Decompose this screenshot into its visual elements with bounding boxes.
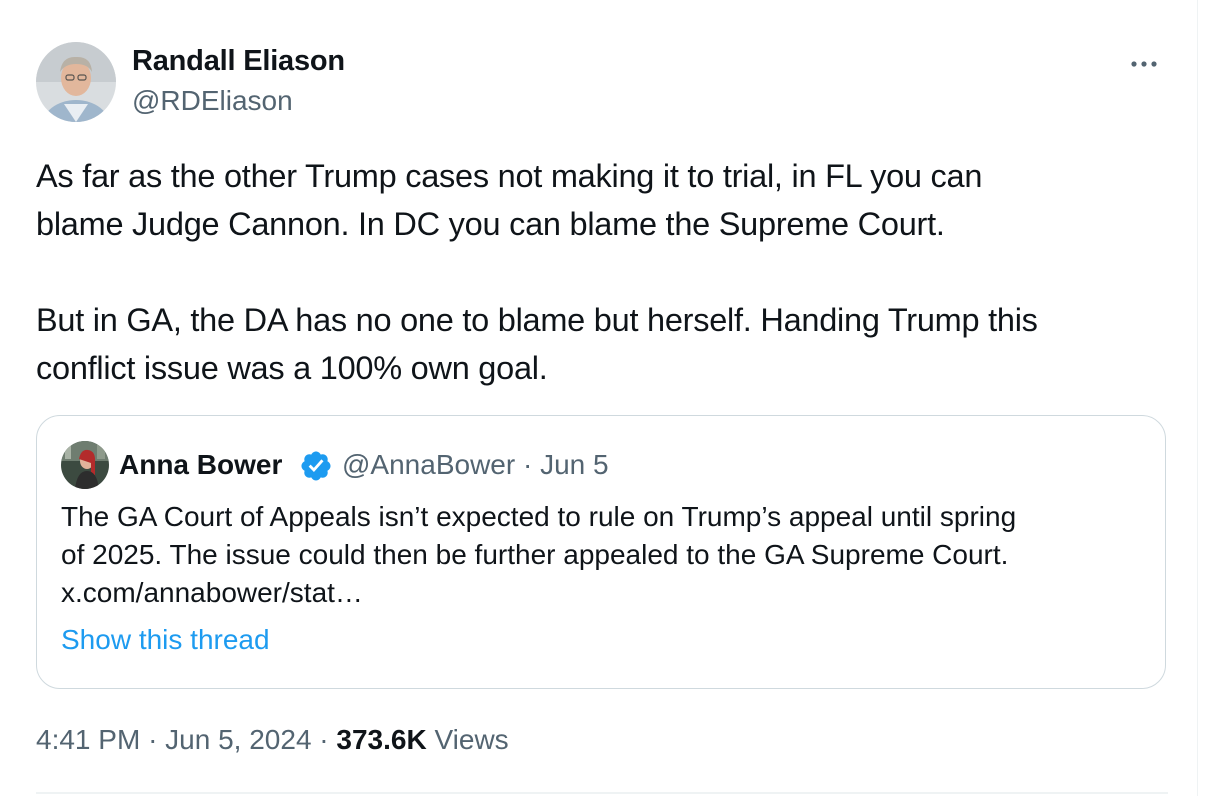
footer-separator: · bbox=[319, 724, 329, 755]
tweet-date[interactable]: Jun 5, 2024 bbox=[165, 724, 311, 755]
tweet-card: Randall Eliason @RDEliason As far as the… bbox=[0, 0, 1198, 796]
tweet-text-line: But in GA, the DA has no one to blame bu… bbox=[36, 302, 1038, 338]
quoted-tweet[interactable]: Anna Bower @AnnaBower · Jun 5 The GA Cou… bbox=[36, 415, 1166, 689]
tweet-text-line: blame Judge Cannon. In DC you can blame … bbox=[36, 206, 945, 242]
tweet-text-line: conflict issue was a 100% own goal. bbox=[36, 350, 548, 386]
more-horizontal-icon bbox=[1131, 61, 1157, 67]
divider bbox=[36, 792, 1168, 794]
show-thread-link[interactable]: Show this thread bbox=[61, 624, 270, 656]
quoted-meta: @AnnaBower · Jun 5 bbox=[342, 449, 609, 481]
footer-separator: · bbox=[148, 724, 158, 755]
tweet-time[interactable]: 4:41 PM bbox=[36, 724, 140, 755]
author-avatar[interactable] bbox=[36, 42, 116, 122]
views-count: 373.6K bbox=[336, 724, 427, 755]
verified-badge-icon bbox=[301, 451, 331, 481]
author-handle[interactable]: @RDEliason bbox=[132, 85, 293, 117]
quoted-text-line: The GA Court of Appeals isn’t expected t… bbox=[61, 501, 1017, 532]
quoted-author-name[interactable]: Anna Bower bbox=[119, 449, 282, 481]
quoted-date[interactable]: Jun 5 bbox=[540, 449, 609, 480]
quoted-text-line: of 2025. The issue could then be further… bbox=[61, 539, 1009, 570]
meta-separator: · bbox=[522, 449, 533, 480]
views-label: Views bbox=[434, 724, 509, 755]
tweet-text: As far as the other Trump cases not maki… bbox=[36, 152, 1166, 392]
quoted-author-handle[interactable]: @AnnaBower bbox=[342, 449, 515, 480]
more-options-button[interactable] bbox=[1124, 44, 1164, 84]
author-name[interactable]: Randall Eliason bbox=[132, 45, 345, 78]
tweet-footer: 4:41 PM · Jun 5, 2024 · 373.6K Views bbox=[36, 724, 509, 756]
tweet-text-line: As far as the other Trump cases not maki… bbox=[36, 158, 983, 194]
quoted-author-avatar[interactable] bbox=[61, 441, 109, 489]
quoted-text: The GA Court of Appeals isn’t expected t… bbox=[61, 498, 1141, 612]
quoted-link[interactable]: x.com/annabower/stat… bbox=[61, 574, 1141, 612]
